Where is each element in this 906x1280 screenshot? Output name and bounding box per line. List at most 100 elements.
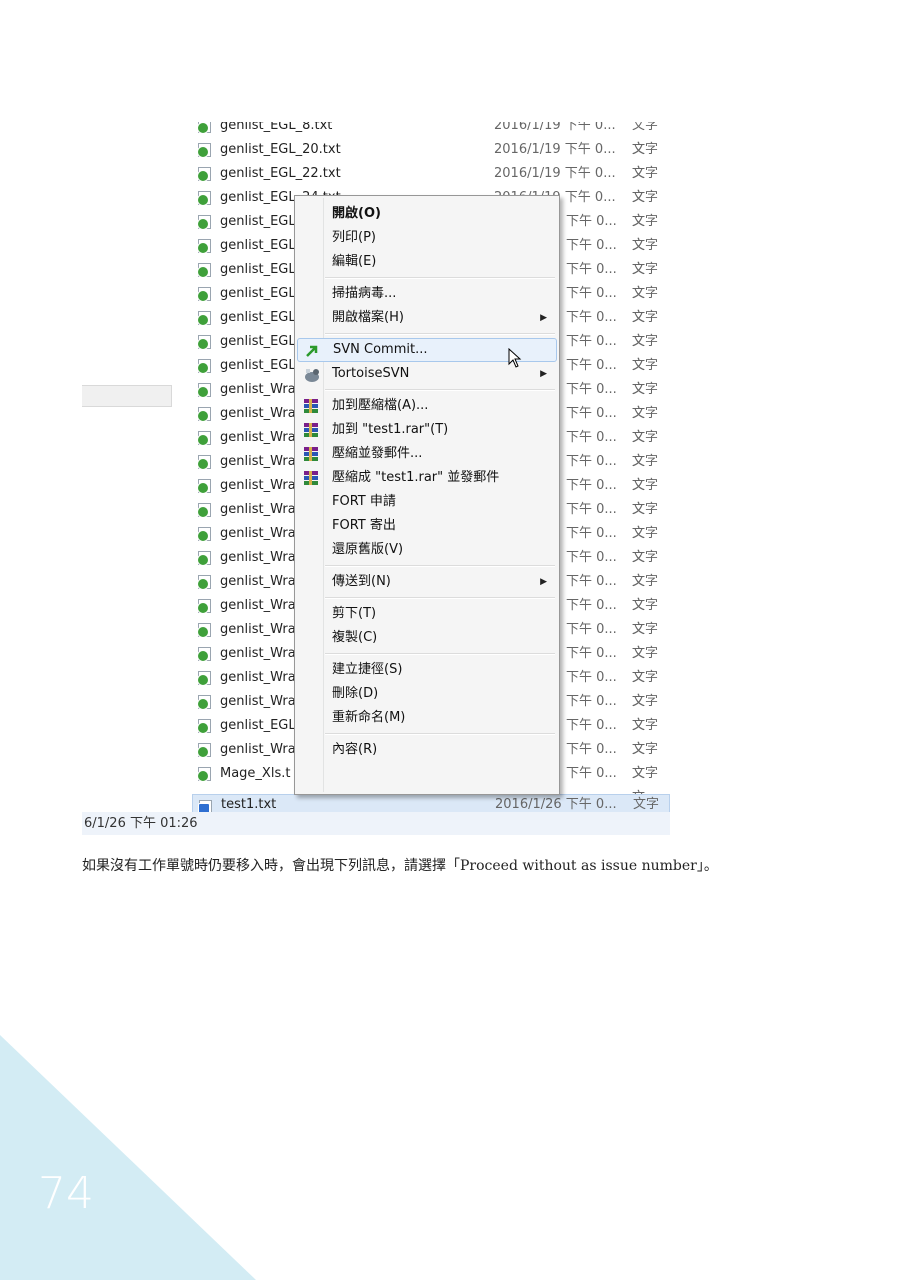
menu-item-label: SVN Commit... (333, 342, 428, 357)
file-name: genlist_Wra (220, 670, 296, 685)
file-date: 下午 0... (566, 694, 617, 709)
file-name: genlist_Wra (220, 622, 296, 637)
svn-normal-file-icon (197, 311, 211, 326)
menu-item-13[interactable]: 壓縮成 "test1.rar" 並發郵件 (297, 466, 557, 490)
tortoisesvn-icon (303, 366, 319, 382)
svn-commit-icon (304, 343, 320, 359)
menu-item-21[interactable]: 複製(C) (297, 626, 557, 650)
submenu-arrow-icon: ▶ (540, 577, 547, 587)
menu-item-5[interactable]: 開啟檔案(H) ▶ (297, 306, 557, 330)
file-date: 下午 0... (566, 574, 617, 589)
file-date: 下午 0... (566, 718, 617, 733)
file-name: genlist_Wra (220, 574, 296, 589)
file-row[interactable]: genlist_EGL_20.txt 2016/1/19 下午 0... 文字文 (192, 138, 670, 181)
menu-item-4[interactable]: 掃描病毒... (297, 282, 557, 306)
menu-item-15[interactable]: FORT 寄出 (297, 514, 557, 538)
file-date: 下午 0... (566, 334, 617, 349)
explorer-screenshot: genlist_EGL_8.txt 2016/1/19 下午 0... 文字文 gen… (82, 122, 670, 835)
file-row[interactable]: genlist_EGL_22.txt 2016/1/19 下午 0... 文字文 (192, 162, 670, 205)
menu-separator (325, 277, 555, 279)
menu-item-25[interactable]: 重新命名(M) (297, 706, 557, 730)
menu-item-label: 剪下(T) (332, 606, 377, 621)
file-date: 下午 0... (566, 382, 617, 397)
file-date: 下午 0... (566, 742, 617, 757)
menu-item-12[interactable]: 壓縮並發郵件... (297, 442, 557, 466)
menu-item-23[interactable]: 建立捷徑(S) (297, 658, 557, 682)
file-name: genlist_EGL (220, 238, 296, 253)
nav-pane-item[interactable] (82, 385, 172, 407)
menu-item-8[interactable]: TortoiseSVN ▶ (297, 362, 557, 386)
menu-item-label: 壓縮並發郵件... (332, 446, 423, 461)
file-date: 2016/1/19 下午 0... (494, 142, 616, 157)
file-date: 下午 0... (566, 406, 617, 421)
file-name: genlist_Wra (220, 454, 296, 469)
file-name: genlist_Wra (220, 694, 296, 709)
file-date: 下午 0... (566, 598, 617, 613)
menu-item-14[interactable]: FORT 申請 (297, 490, 557, 514)
svn-normal-file-icon (197, 527, 211, 542)
menu-item-10[interactable]: 加到壓縮檔(A)... (297, 394, 557, 418)
file-row[interactable]: genlist_EGL_8.txt 2016/1/19 下午 0... 文字文 (192, 122, 670, 157)
menu-item-label: FORT 申請 (332, 494, 396, 509)
menu-item-11[interactable]: 加到 "test1.rar"(T) (297, 418, 557, 442)
menu-separator (325, 333, 555, 335)
menu-item-27[interactable]: 內容(R) (297, 738, 557, 762)
svn-normal-file-icon (197, 647, 211, 662)
menu-separator (325, 653, 555, 655)
svn-normal-file-icon (197, 431, 211, 446)
menu-item-label: FORT 寄出 (332, 518, 396, 533)
menu-item-label: 編輯(E) (332, 254, 377, 269)
svn-normal-file-icon (197, 671, 211, 686)
svn-normal-file-icon (197, 551, 211, 566)
menu-separator (325, 389, 555, 391)
menu-separator (325, 597, 555, 599)
file-date: 下午 0... (566, 670, 617, 685)
menu-item-1[interactable]: 列印(P) (297, 226, 557, 250)
svn-normal-file-icon (197, 599, 211, 614)
svn-normal-file-icon (197, 287, 211, 302)
svn-normal-file-icon (197, 575, 211, 590)
winrar-icon (303, 446, 319, 462)
file-name: genlist_Wra (220, 550, 296, 565)
winrar-icon (303, 398, 319, 414)
file-date: 下午 0... (566, 526, 617, 541)
file-date: 下午 0... (566, 238, 617, 253)
corner-decoration (0, 1035, 256, 1280)
menu-item-18[interactable]: 傳送到(N) ▶ (297, 570, 557, 594)
svn-normal-file-icon (197, 167, 211, 182)
file-date: 下午 0... (566, 358, 617, 373)
menu-item-20[interactable]: 剪下(T) (297, 602, 557, 626)
menu-item-label: 掃描病毒... (332, 286, 397, 301)
file-name: genlist_Wra (220, 478, 296, 493)
menu-item-label: 刪除(D) (332, 686, 379, 701)
svn-normal-file-icon (197, 455, 211, 470)
menu-item-label: 開啟(O) (332, 206, 381, 221)
menu-item-label: TortoiseSVN (332, 366, 410, 381)
svn-normal-file-icon (197, 191, 211, 206)
menu-item-16[interactable]: 還原舊版(V) (297, 538, 557, 562)
svn-normal-file-icon (197, 479, 211, 494)
menu-item-0[interactable]: 開啟(O) (297, 202, 557, 226)
menu-item-label: 壓縮成 "test1.rar" 並發郵件 (332, 470, 500, 485)
menu-item-2[interactable]: 編輯(E) (297, 250, 557, 274)
file-name: genlist_Wra (220, 406, 296, 421)
file-date: 下午 0... (566, 262, 617, 277)
file-name: genlist_Wra (220, 646, 296, 661)
menu-item-label: 開啟檔案(H) (332, 310, 404, 325)
menu-item-label: 複製(C) (332, 630, 378, 645)
file-name: genlist_EGL_8.txt (220, 122, 333, 133)
svn-normal-file-icon (197, 695, 211, 710)
svn-normal-file-icon (197, 122, 211, 134)
menu-item-label: 重新命名(M) (332, 710, 406, 725)
file-name: genlist_EGL (220, 358, 296, 373)
svn-normal-file-icon (197, 767, 211, 782)
menu-item-label: 加到壓縮檔(A)... (332, 398, 429, 413)
status-bar: 6/1/26 下午 01:26 (82, 812, 670, 835)
caption-paragraph: 如果沒有工作單號時仍要移入時，會出現下列訊息，請選擇「Proceed witho… (82, 858, 718, 874)
svn-normal-file-icon (197, 383, 211, 398)
menu-item-7[interactable]: SVN Commit... (297, 338, 557, 368)
menu-item-label: 列印(P) (332, 230, 376, 245)
file-date: 下午 0... (566, 310, 617, 325)
menu-item-24[interactable]: 刪除(D) (297, 682, 557, 706)
menu-item-label: 內容(R) (332, 742, 378, 757)
